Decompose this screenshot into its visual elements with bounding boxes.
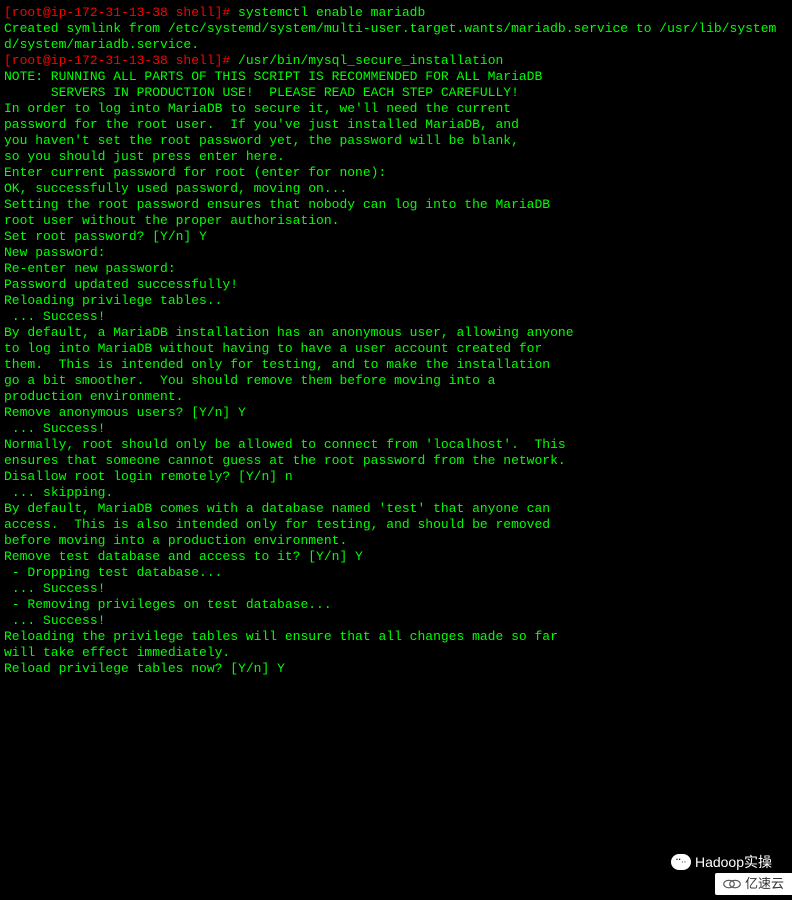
- terminal-line: - Removing privileges on test database..…: [4, 597, 788, 613]
- terminal-line: Password updated successfully!: [4, 277, 788, 293]
- terminal-line: Reloading privilege tables..: [4, 293, 788, 309]
- terminal-line: New password:: [4, 245, 788, 261]
- shell-output-text: Normally, root should only be allowed to…: [4, 437, 566, 452]
- shell-output-text: OK, successfully used password, moving o…: [4, 181, 347, 196]
- shell-output-text: root user without the proper authorisati…: [4, 213, 339, 228]
- shell-prompt: [root@ip-172-31-13-38 shell]#: [4, 5, 238, 20]
- terminal-line: ... Success!: [4, 309, 788, 325]
- brand-watermark-text: 亿速云: [745, 876, 784, 892]
- brand-watermark: 亿速云: [715, 873, 792, 895]
- terminal-line: ... Success!: [4, 613, 788, 629]
- terminal-line: Remove test database and access to it? […: [4, 549, 788, 565]
- shell-output-text: ... skipping.: [4, 485, 113, 500]
- shell-output-text: password for the root user. If you've ju…: [4, 117, 519, 132]
- shell-output-text: Enter current password for root (enter f…: [4, 165, 386, 180]
- terminal-line: ... Success!: [4, 421, 788, 437]
- shell-output-text: ... Success!: [4, 421, 105, 436]
- shell-output-text: Setting the root password ensures that n…: [4, 197, 550, 212]
- terminal-line: OK, successfully used password, moving o…: [4, 181, 788, 197]
- terminal-line: before moving into a production environm…: [4, 533, 788, 549]
- shell-command: /usr/bin/mysql_secure_installation: [238, 53, 503, 68]
- terminal-line: root user without the proper authorisati…: [4, 213, 788, 229]
- wechat-watermark-text: Hadoop实操: [695, 854, 772, 870]
- shell-output-text: New password:: [4, 245, 105, 260]
- shell-output-text: you haven't set the root password yet, t…: [4, 133, 519, 148]
- shell-output-text: ... Success!: [4, 613, 105, 628]
- terminal-line: Set root password? [Y/n] Y: [4, 229, 788, 245]
- wechat-icon: [671, 854, 691, 870]
- shell-output-text: Remove anonymous users? [Y/n] Y: [4, 405, 246, 420]
- terminal-line: them. This is intended only for testing,…: [4, 357, 788, 373]
- terminal-line: - Dropping test database...: [4, 565, 788, 581]
- shell-output-text: production environment.: [4, 389, 183, 404]
- terminal-line: you haven't set the root password yet, t…: [4, 133, 788, 149]
- shell-output-text: to log into MariaDB without having to ha…: [4, 341, 542, 356]
- shell-output-text: go a bit smoother. You should remove the…: [4, 373, 495, 388]
- terminal-line: password for the root user. If you've ju…: [4, 117, 788, 133]
- terminal-line: [root@ip-172-31-13-38 shell]# systemctl …: [4, 5, 788, 21]
- shell-output-text: Reload privilege tables now? [Y/n] Y: [4, 661, 285, 676]
- shell-output-text: them. This is intended only for testing,…: [4, 357, 550, 372]
- shell-output-text: SERVERS IN PRODUCTION USE! PLEASE READ E…: [4, 85, 519, 100]
- terminal-line: By default, a MariaDB installation has a…: [4, 325, 788, 341]
- terminal-line: to log into MariaDB without having to ha…: [4, 341, 788, 357]
- terminal-line: [root@ip-172-31-13-38 shell]# /usr/bin/m…: [4, 53, 788, 69]
- shell-output-text: Re-enter new password:: [4, 261, 176, 276]
- shell-output-text: In order to log into MariaDB to secure i…: [4, 101, 511, 116]
- terminal-line: Re-enter new password:: [4, 261, 788, 277]
- shell-output-text: By default, MariaDB comes with a databas…: [4, 501, 550, 516]
- terminal-line: Reload privilege tables now? [Y/n] Y: [4, 661, 788, 677]
- terminal-line: ensures that someone cannot guess at the…: [4, 453, 788, 469]
- terminal-line: production environment.: [4, 389, 788, 405]
- shell-output-text: Reloading privilege tables..: [4, 293, 222, 308]
- terminal-line: Created symlink from /etc/systemd/system…: [4, 21, 788, 53]
- terminal-line: ... Success!: [4, 581, 788, 597]
- shell-output-text: access. This is also intended only for t…: [4, 517, 550, 532]
- shell-output-text: - Dropping test database...: [4, 565, 222, 580]
- shell-output-text: Reloading the privilege tables will ensu…: [4, 629, 558, 644]
- shell-output-text: ensures that someone cannot guess at the…: [4, 453, 566, 468]
- shell-output-text: By default, a MariaDB installation has a…: [4, 325, 574, 340]
- shell-output-text: before moving into a production environm…: [4, 533, 347, 548]
- terminal-line: NOTE: RUNNING ALL PARTS OF THIS SCRIPT I…: [4, 69, 788, 85]
- shell-output-text: Set root password? [Y/n] Y: [4, 229, 207, 244]
- terminal-line: SERVERS IN PRODUCTION USE! PLEASE READ E…: [4, 85, 788, 101]
- shell-output-text: NOTE: RUNNING ALL PARTS OF THIS SCRIPT I…: [4, 69, 542, 84]
- terminal-line: Remove anonymous users? [Y/n] Y: [4, 405, 788, 421]
- brand-logo-icon: [723, 877, 741, 891]
- shell-output-text: - Removing privileges on test database..…: [4, 597, 332, 612]
- terminal-line: go a bit smoother. You should remove the…: [4, 373, 788, 389]
- shell-output-text: will take effect immediately.: [4, 645, 230, 660]
- terminal-line: Disallow root login remotely? [Y/n] n: [4, 469, 788, 485]
- terminal-line: so you should just press enter here.: [4, 149, 788, 165]
- terminal-line: will take effect immediately.: [4, 645, 788, 661]
- terminal-line: Enter current password for root (enter f…: [4, 165, 788, 181]
- terminal-line: By default, MariaDB comes with a databas…: [4, 501, 788, 517]
- terminal-line: Reloading the privilege tables will ensu…: [4, 629, 788, 645]
- terminal-line: Normally, root should only be allowed to…: [4, 437, 788, 453]
- wechat-watermark: Hadoop实操: [671, 854, 772, 870]
- shell-output-text: Created symlink from /etc/systemd/system…: [4, 21, 776, 52]
- terminal-output[interactable]: [root@ip-172-31-13-38 shell]# systemctl …: [4, 5, 788, 677]
- shell-output-text: Password updated successfully!: [4, 277, 238, 292]
- shell-prompt: [root@ip-172-31-13-38 shell]#: [4, 53, 238, 68]
- terminal-line: access. This is also intended only for t…: [4, 517, 788, 533]
- shell-output-text: so you should just press enter here.: [4, 149, 285, 164]
- terminal-line: ... skipping.: [4, 485, 788, 501]
- shell-output-text: Disallow root login remotely? [Y/n] n: [4, 469, 293, 484]
- shell-output-text: ... Success!: [4, 581, 105, 596]
- shell-output-text: ... Success!: [4, 309, 105, 324]
- shell-command: systemctl enable mariadb: [238, 5, 425, 20]
- terminal-line: In order to log into MariaDB to secure i…: [4, 101, 788, 117]
- shell-output-text: Remove test database and access to it? […: [4, 549, 363, 564]
- terminal-line: Setting the root password ensures that n…: [4, 197, 788, 213]
